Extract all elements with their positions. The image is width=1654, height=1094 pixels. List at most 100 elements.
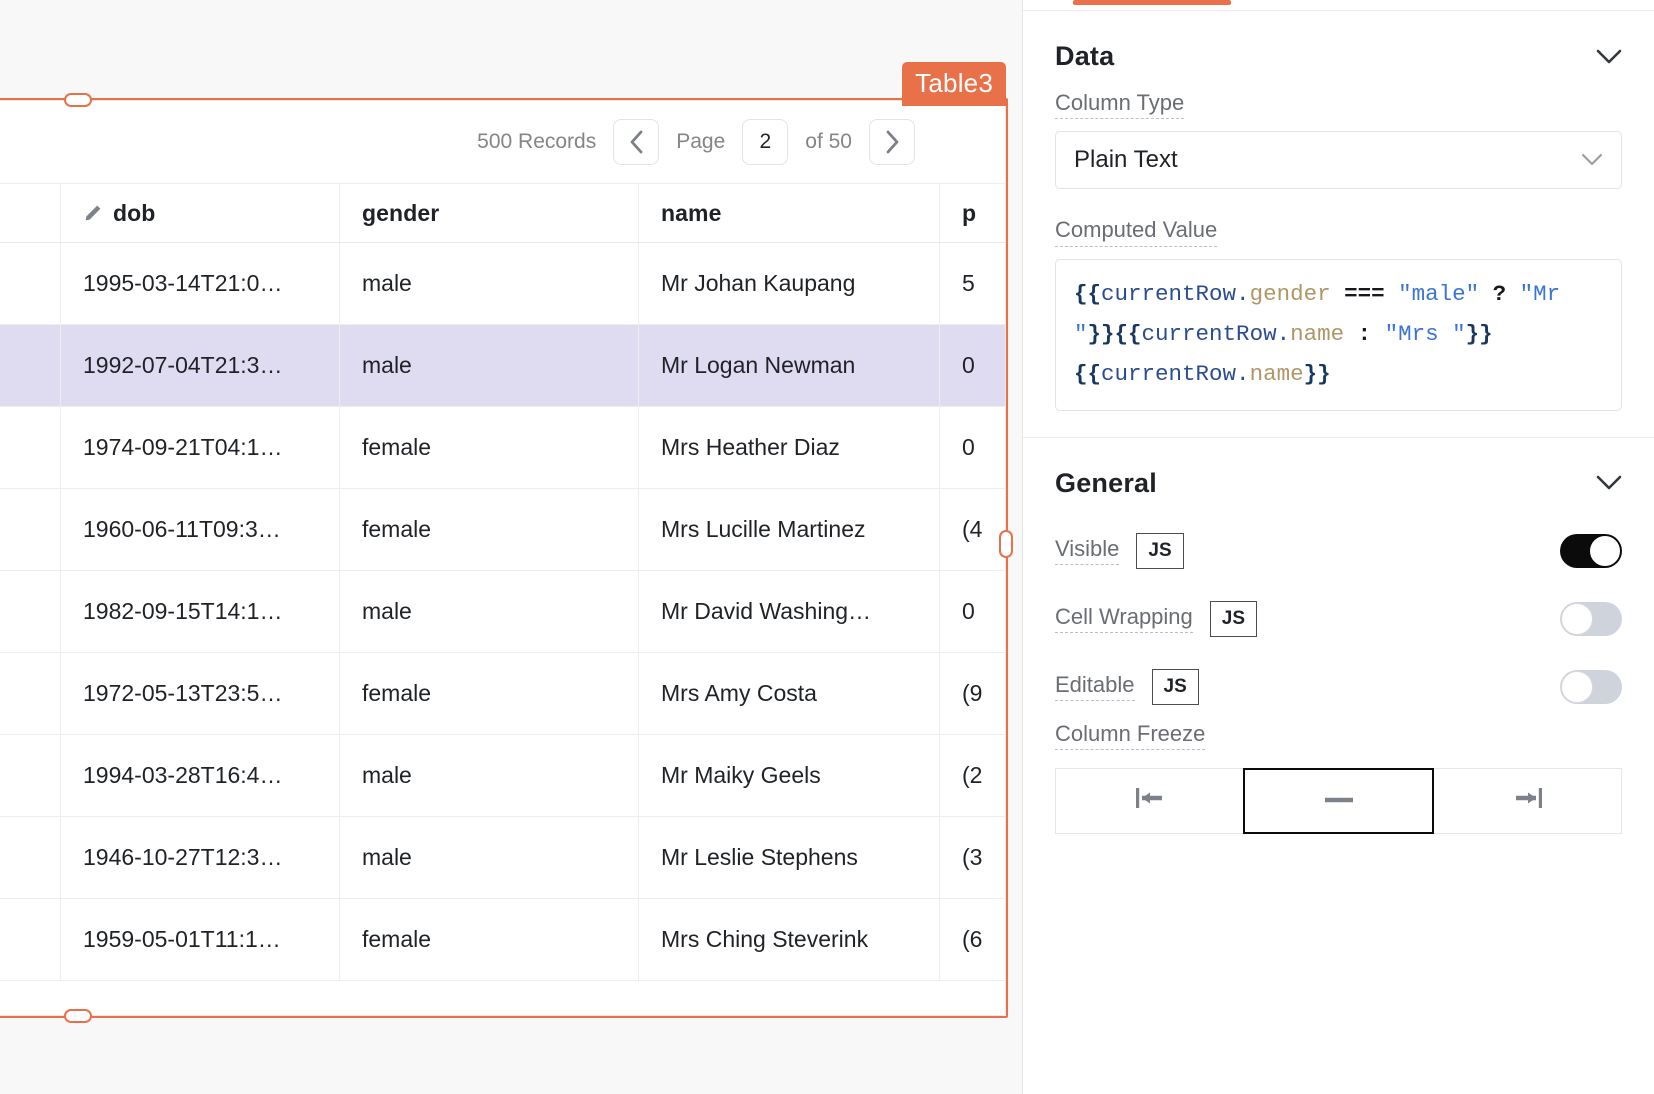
table-cell-name[interactable]: Mr Maiky Geels	[639, 735, 940, 816]
table-cell-gender[interactable]: female	[340, 899, 639, 980]
table-cell-p[interactable]: (4	[940, 489, 1006, 570]
code-token: currentRow	[1101, 361, 1236, 387]
column-type-select[interactable]: Plain Text	[1055, 131, 1622, 189]
code-token: }}	[1088, 321, 1115, 347]
table-cell-name[interactable]: Mr Leslie Stephens	[639, 817, 940, 898]
freeze-right-icon	[1507, 785, 1549, 816]
freeze-none-button[interactable]	[1243, 768, 1434, 834]
table-cell-gender[interactable]: male	[340, 817, 639, 898]
table-cell-idx[interactable]	[0, 653, 61, 734]
chevron-down-icon[interactable]	[1596, 475, 1622, 491]
table-cell-gender[interactable]: female	[340, 489, 639, 570]
table-cell-p[interactable]: 0	[940, 571, 1006, 652]
table-cell-dob[interactable]: 1960-06-11T09:3…	[61, 489, 340, 570]
table-row[interactable]: 1972-05-13T23:5…femaleMrs Amy Costa(9	[0, 653, 1005, 735]
toggle-knob	[1561, 671, 1593, 703]
table-cell-idx[interactable]	[0, 735, 61, 816]
table-widget[interactable]: 500 Records Page of 50	[0, 100, 1006, 1016]
table-cell-gender[interactable]: female	[340, 407, 639, 488]
section-general-header[interactable]: General	[1055, 438, 1622, 517]
table-cell-idx[interactable]	[0, 243, 61, 324]
property-label-group: EditableJS	[1055, 669, 1199, 705]
column-freeze-group	[1055, 768, 1622, 834]
column-header-name-label: name	[661, 200, 721, 227]
table-cell-idx[interactable]	[0, 899, 61, 980]
table-cell-dob[interactable]: 1959-05-01T11:1…	[61, 899, 340, 980]
property-toggle[interactable]	[1560, 670, 1622, 704]
js-toggle-badge[interactable]: JS	[1152, 669, 1199, 705]
table-cell-dob[interactable]: 1995-03-14T21:0…	[61, 243, 340, 324]
table-cell-dob[interactable]: 1982-09-15T14:1…	[61, 571, 340, 652]
column-header-gender[interactable]: gender	[340, 184, 639, 242]
code-token: }}	[1304, 361, 1331, 387]
table-row[interactable]: 1959-05-01T11:1…femaleMrs Ching Steverin…	[0, 899, 1005, 981]
table-cell-name[interactable]: Mrs Heather Diaz	[639, 407, 940, 488]
section-data-header[interactable]: Data	[1055, 11, 1622, 90]
table-cell-dob[interactable]: 1972-05-13T23:5…	[61, 653, 340, 734]
table-cell-dob[interactable]: 1946-10-27T12:3…	[61, 817, 340, 898]
table-cell-name[interactable]: Mr Johan Kaupang	[639, 243, 940, 324]
pencil-icon	[83, 203, 103, 223]
table-cell-p[interactable]: 5	[940, 243, 1006, 324]
property-label: Visible	[1055, 536, 1119, 565]
chevron-down-icon[interactable]	[1596, 49, 1622, 65]
code-token: ?	[1479, 281, 1520, 307]
code-token: }}	[1466, 321, 1493, 347]
table-cell-idx[interactable]	[0, 407, 61, 488]
table-cell-gender[interactable]: female	[340, 653, 639, 734]
table-cell-p[interactable]: 0	[940, 325, 1006, 406]
property-label: Cell Wrapping	[1055, 604, 1193, 633]
page-number-input[interactable]	[742, 119, 788, 165]
table-cell-dob[interactable]: 1994-03-28T16:4…	[61, 735, 340, 816]
table-cell-idx[interactable]	[0, 489, 61, 570]
table-cell-gender[interactable]: male	[340, 571, 639, 652]
table-cell-name[interactable]: Mr David Washing…	[639, 571, 940, 652]
property-toggle[interactable]	[1560, 534, 1622, 568]
table-row[interactable]: 1946-10-27T12:3…maleMr Leslie Stephens(3	[0, 817, 1005, 899]
table-cell-idx[interactable]	[0, 325, 61, 406]
computed-value-editor[interactable]: {{currentRow.gender === "male" ? "Mr "}}…	[1055, 259, 1622, 411]
table-cell-idx[interactable]	[0, 571, 61, 652]
table-cell-p[interactable]: (9	[940, 653, 1006, 734]
table-row[interactable]: 1995-03-14T21:0…maleMr Johan Kaupang5	[0, 243, 1005, 325]
table-cell-name[interactable]: Mrs Amy Costa	[639, 653, 940, 734]
table-row[interactable]: 1974-09-21T04:1…femaleMrs Heather Diaz0	[0, 407, 1005, 489]
table-cell-p[interactable]: (2	[940, 735, 1006, 816]
total-pages-label: of 50	[805, 130, 852, 154]
table-cell-gender[interactable]: male	[340, 325, 639, 406]
code-token: ===	[1331, 281, 1399, 307]
table-row[interactable]: 1982-09-15T14:1…maleMr David Washing…0	[0, 571, 1005, 653]
freeze-left-icon	[1129, 785, 1171, 816]
table-row[interactable]: 1992-07-04T21:3…maleMr Logan Newman0	[0, 325, 1005, 407]
table-cell-p[interactable]: 0	[940, 407, 1006, 488]
section-general-title: General	[1055, 468, 1157, 499]
code-token: currentRow	[1101, 281, 1236, 307]
next-page-button[interactable]	[869, 119, 915, 165]
table-cell-gender[interactable]: male	[340, 243, 639, 324]
table-cell-idx[interactable]	[0, 817, 61, 898]
property-row-editable: EditableJS	[1055, 653, 1622, 721]
code-token: {{	[1074, 361, 1101, 387]
freeze-left-button[interactable]	[1055, 768, 1244, 834]
js-toggle-badge[interactable]: JS	[1210, 601, 1257, 637]
table-cell-gender[interactable]: male	[340, 735, 639, 816]
column-header-name[interactable]: name	[639, 184, 940, 242]
table-cell-name[interactable]: Mr Logan Newman	[639, 325, 940, 406]
property-toggle[interactable]	[1560, 602, 1622, 636]
table-cell-p[interactable]: (6	[940, 899, 1006, 980]
js-toggle-badge[interactable]: JS	[1136, 533, 1183, 569]
previous-page-button[interactable]	[613, 119, 659, 165]
column-header-p[interactable]: p	[940, 184, 1006, 242]
freeze-right-button[interactable]	[1433, 768, 1622, 834]
table-row[interactable]: 1960-06-11T09:3…femaleMrs Lucille Martin…	[0, 489, 1005, 571]
table-row[interactable]: 1994-03-28T16:4…maleMr Maiky Geels(2	[0, 735, 1005, 817]
computed-value-label: Computed Value	[1055, 217, 1217, 246]
column-type-label: Column Type	[1055, 90, 1184, 119]
table-cell-p[interactable]: (3	[940, 817, 1006, 898]
table-cell-dob[interactable]: 1992-07-04T21:3…	[61, 325, 340, 406]
table-cell-name[interactable]: Mrs Ching Steverink	[639, 899, 940, 980]
table-cell-dob[interactable]: 1974-09-21T04:1…	[61, 407, 340, 488]
table-cell-name[interactable]: Mrs Lucille Martinez	[639, 489, 940, 570]
property-inspector-panel: Data Column Type Plain Text	[1022, 0, 1654, 1094]
column-header-dob[interactable]: dob	[61, 184, 340, 242]
